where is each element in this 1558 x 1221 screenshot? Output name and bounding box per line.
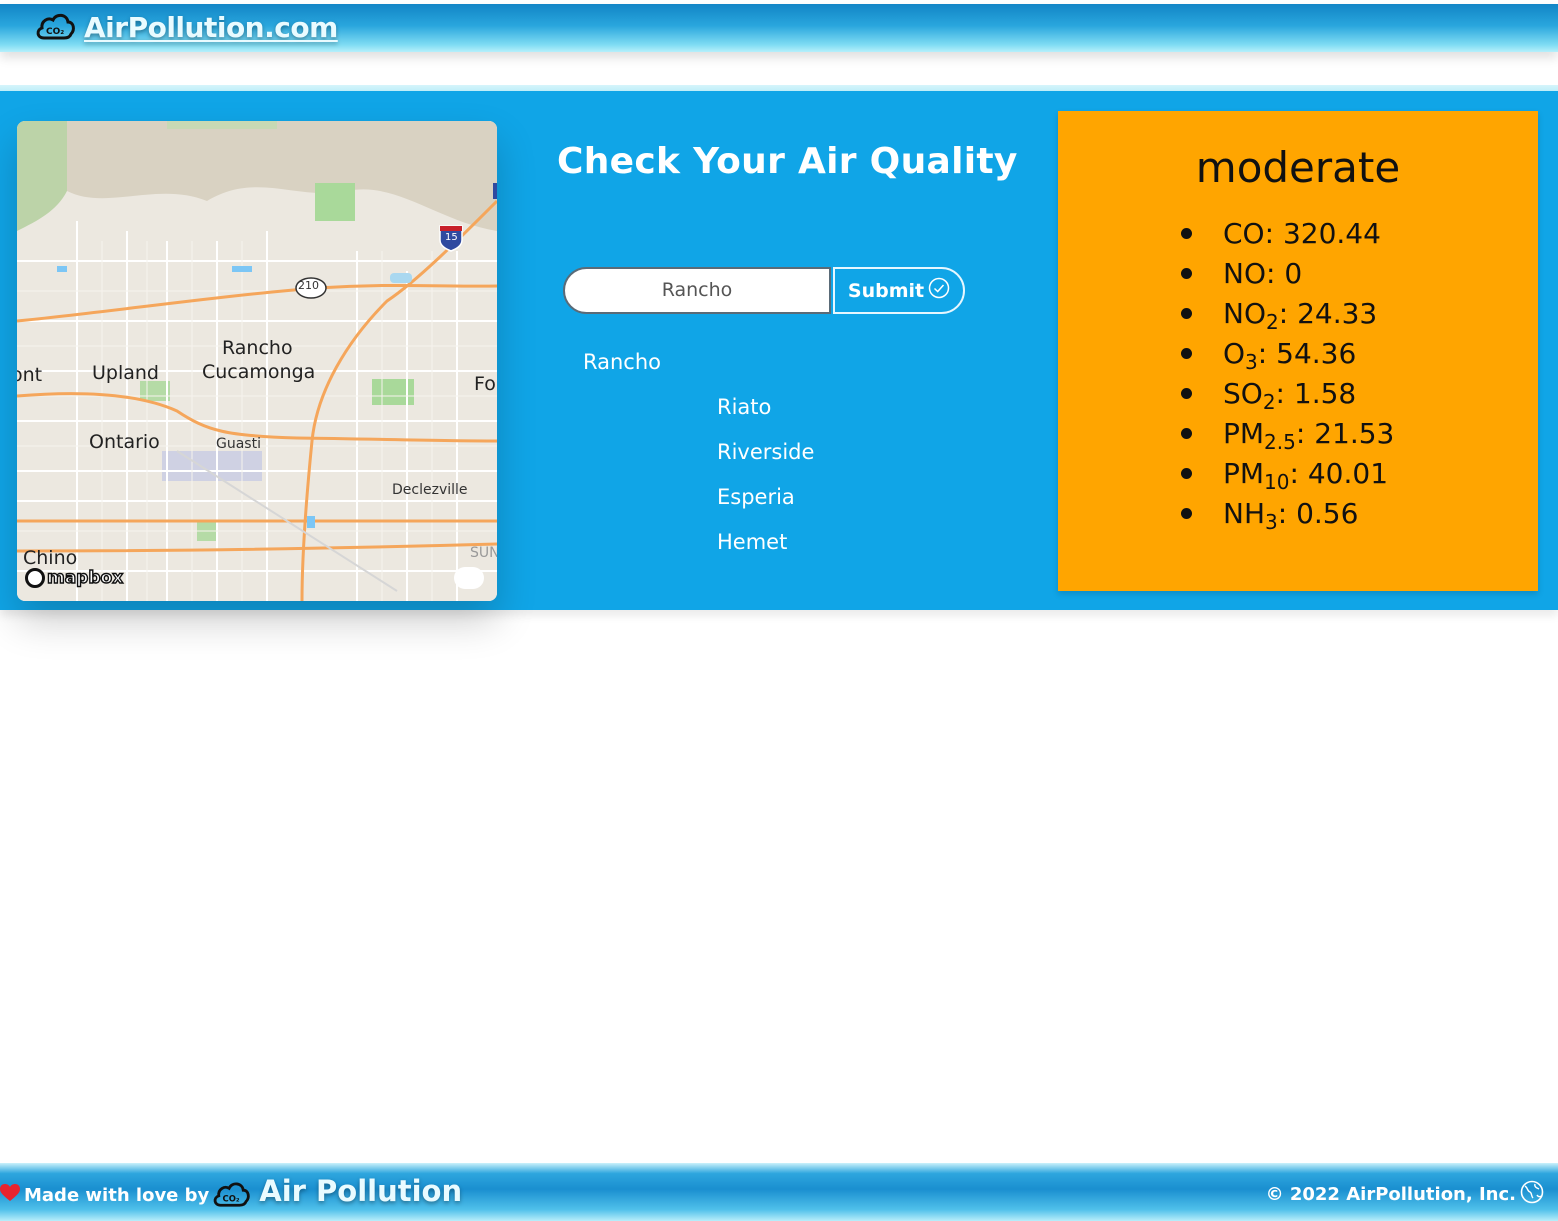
svg-text:CO₂: CO₂ [46, 27, 64, 37]
footer-credit: Made with love by CO₂ Air Pollution [0, 1174, 462, 1213]
map-label-i15: 15 [445, 232, 458, 243]
copyright-text: © 2022 AirPollution, Inc. [1265, 1183, 1516, 1205]
suggestion-item[interactable]: Riato [717, 395, 771, 419]
footer: Made with love by CO₂ Air Pollution © 20… [0, 1163, 1558, 1221]
mapbox-attribution[interactable]: mapbox [25, 567, 124, 589]
map-label-upland: Upland [92, 362, 159, 384]
made-with-love-text: Made with love by [24, 1184, 210, 1206]
pollutant-list: CO: 320.44 NO: 0 NO2: 24.33 O3: 54.36 SO… [1177, 214, 1394, 534]
check-circle-icon [924, 277, 950, 304]
pollutant-no2: NO2: 24.33 [1177, 294, 1394, 334]
footer-copyright: © 2022 AirPollution, Inc. [1266, 1180, 1544, 1208]
pollutant-pm10: PM10: 40.01 [1177, 454, 1394, 494]
search-input[interactable]: Rancho [563, 267, 831, 314]
map-label-rancho: Rancho [222, 337, 293, 359]
co2-cloud-icon: CO₂ [209, 1177, 251, 1213]
map-label-chino: Chino [23, 547, 78, 569]
suggestion-item[interactable]: Hemet [717, 530, 787, 554]
heart-icon [0, 1184, 20, 1206]
map-label-ontario: Ontario [89, 431, 160, 453]
map-label-declezville: Declezville [392, 482, 468, 498]
map-label-sun: SUN [470, 545, 497, 561]
air-quality-level: moderate [1195, 143, 1401, 192]
map[interactable]: 210 15 Rancho Cucamonga Upland ont Fo On… [17, 121, 497, 601]
pollutant-no: NO: 0 [1177, 254, 1394, 294]
map-label-cucamonga: Cucamonga [202, 361, 316, 383]
suggestion-item[interactable]: Esperia [717, 485, 795, 509]
suggestion-item[interactable]: Riverside [717, 440, 814, 464]
pollutant-o3: O3: 54.36 [1177, 334, 1394, 374]
submit-button[interactable]: Submit [833, 267, 965, 314]
pollutant-nh3: NH3: 0.56 [1177, 494, 1394, 534]
brand-link[interactable]: AirPollution.com [84, 11, 338, 44]
map-label-ont: ont [17, 364, 43, 386]
map-label-route-210: 210 [298, 279, 319, 292]
co2-cloud-icon: CO₂ [34, 8, 76, 46]
suggestion-item[interactable]: Rancho [583, 350, 661, 374]
map-toggle[interactable] [454, 567, 484, 589]
brand[interactable]: CO₂ AirPollution.com [34, 8, 338, 46]
page-title: Check Your Air Quality [557, 141, 1018, 182]
mapbox-wordmark: mapbox [46, 567, 124, 588]
mapbox-logo-icon [25, 568, 45, 588]
map-label-fo: Fo [474, 373, 496, 395]
globe-icon [1516, 1180, 1544, 1208]
footer-brand-link[interactable]: Air Pollution [259, 1174, 462, 1208]
submit-label: Submit [847, 279, 925, 302]
top-navbar: CO₂ AirPollution.com [0, 4, 1558, 52]
pollutant-co: CO: 320.44 [1177, 214, 1394, 254]
pollutant-so2: SO2: 1.58 [1177, 374, 1394, 414]
pollutant-pm25: PM2.5: 21.53 [1177, 414, 1394, 454]
svg-text:CO₂: CO₂ [223, 1193, 240, 1203]
map-label-guasti: Guasti [216, 436, 261, 452]
